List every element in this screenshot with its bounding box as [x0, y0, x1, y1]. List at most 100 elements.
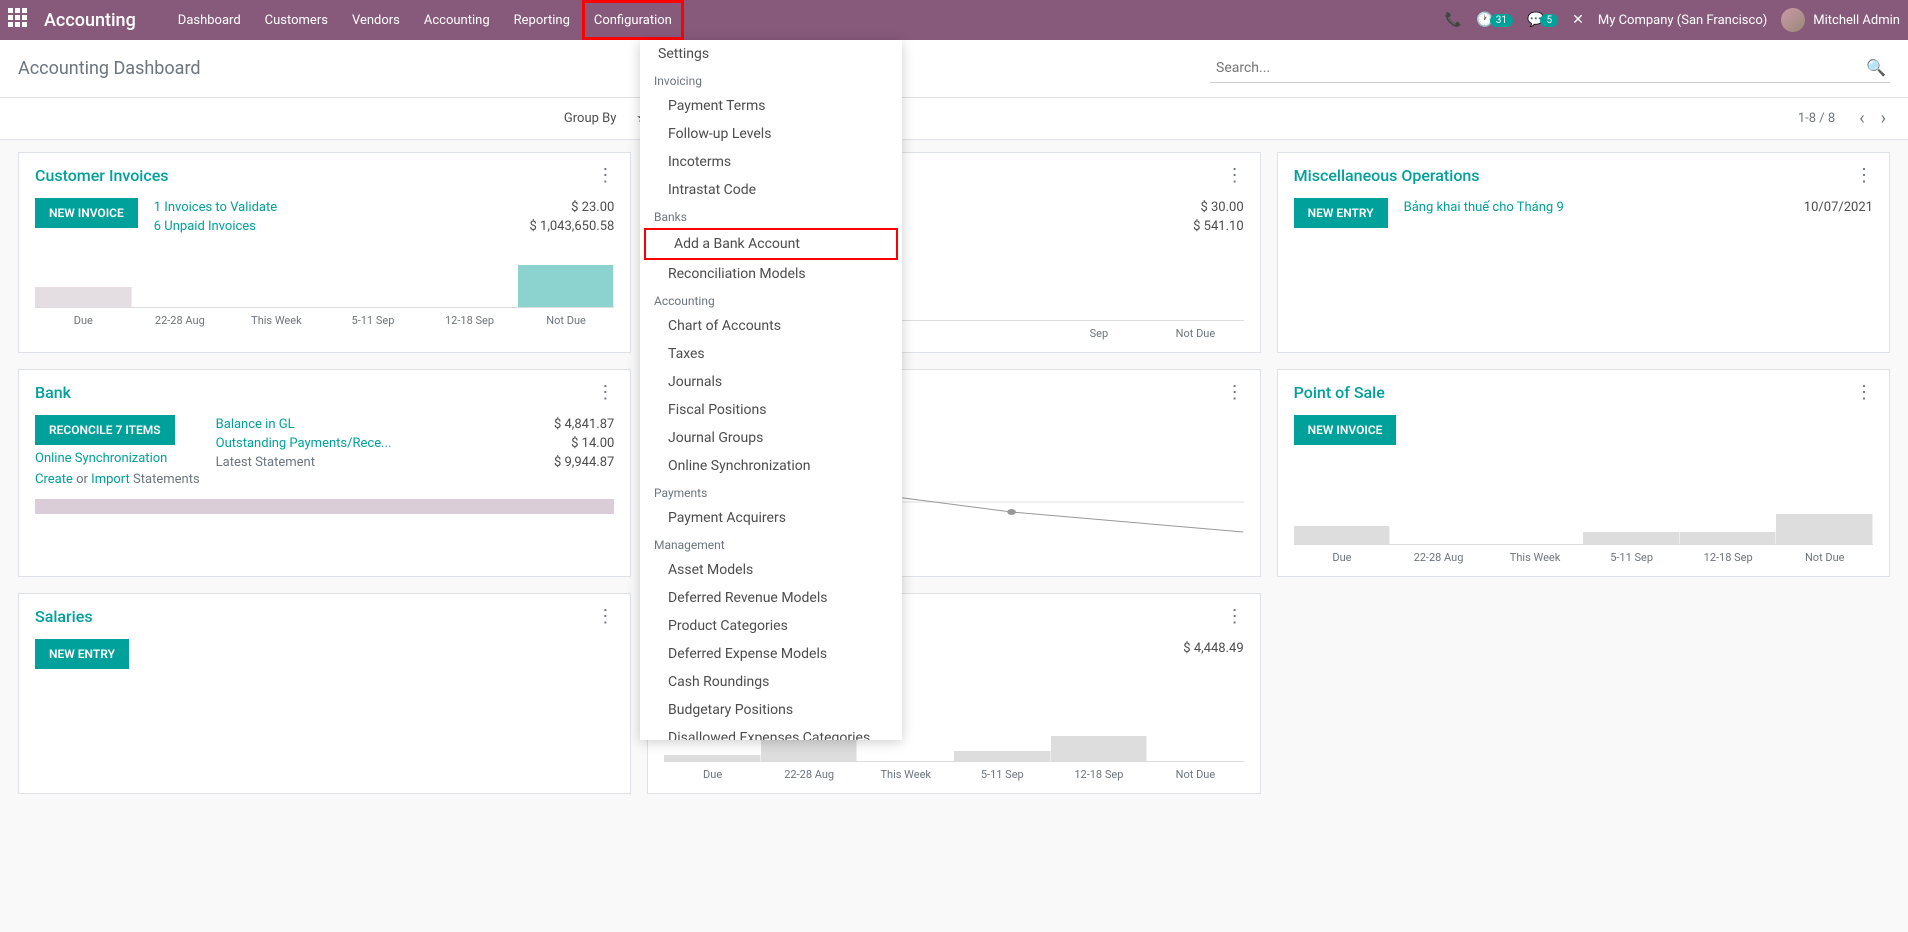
card-title[interactable]: Bank [35, 383, 71, 402]
messages-badge[interactable]: 💬5 [1527, 12, 1558, 28]
dd-payment-acquirers[interactable]: Payment Acquirers [640, 504, 902, 532]
online-sync-link[interactable]: Online Synchronization [35, 451, 167, 466]
amount: $ 541.10 [1193, 219, 1244, 234]
balance-link[interactable]: Balance in GL [216, 417, 295, 432]
card-menu-icon[interactable]: ⋮ [596, 382, 614, 403]
app-title: Accounting [44, 10, 136, 31]
dd-online-sync[interactable]: Online Synchronization [640, 452, 902, 480]
amount: $ 1,043,650.58 [529, 219, 614, 234]
group-by[interactable]: Group By [564, 111, 617, 126]
new-invoice-button[interactable]: NEW INVOICE [35, 198, 138, 228]
dd-payment-terms[interactable]: Payment Terms [640, 92, 902, 120]
pager-next[interactable]: › [1877, 108, 1890, 129]
bar-chart [35, 248, 614, 308]
chart-labels: Due22-28 AugThis Week5-11 Sep12-18 SepNo… [1294, 551, 1873, 564]
nav-configuration[interactable]: Configuration [582, 0, 684, 40]
dd-section-management: Management [640, 532, 902, 556]
amount: $ 4,448.49 [1183, 641, 1243, 656]
dd-section-accounting: Accounting [640, 288, 902, 312]
amount: $ 23.00 [571, 200, 614, 215]
avatar [1781, 8, 1805, 32]
dd-journals[interactable]: Journals [640, 368, 902, 396]
activity-badge[interactable]: 🕐31 [1476, 12, 1513, 28]
card-menu-icon[interactable]: ⋮ [1855, 165, 1873, 186]
chart-labels: Due22-28 AugThis Week5-11 Sep12-18 SepNo… [35, 314, 614, 327]
search-box: 🔍 [1210, 54, 1890, 83]
dd-cash-roundings[interactable]: Cash Roundings [640, 668, 902, 696]
dd-journal-groups[interactable]: Journal Groups [640, 424, 902, 452]
dd-intrastat-code[interactable]: Intrastat Code [640, 176, 902, 204]
filter-bar: Group By ★ Favorites 1-8 / 8 ‹ › [0, 98, 1908, 140]
import-link[interactable]: Import [91, 472, 130, 487]
tray-icon[interactable]: ✕ [1572, 12, 1584, 28]
new-entry-button[interactable]: NEW ENTRY [35, 639, 129, 669]
card-title[interactable]: Customer Invoices [35, 166, 169, 185]
card-menu-icon[interactable]: ⋮ [1855, 382, 1873, 403]
dd-section-payments: Payments [640, 480, 902, 504]
dashboard-grid: Customer Invoices ⋮ NEW INVOICE 1 Invoic… [0, 140, 1908, 806]
new-invoice-button[interactable]: NEW INVOICE [1294, 415, 1397, 445]
nav-vendors[interactable]: Vendors [340, 0, 412, 40]
unpaid-invoices-link[interactable]: 6 Unpaid Invoices [154, 219, 256, 234]
dd-deferred-revenue[interactable]: Deferred Revenue Models [640, 584, 902, 612]
card-menu-icon[interactable]: ⋮ [1226, 165, 1244, 186]
page-title: Accounting Dashboard [18, 58, 201, 79]
dd-disallowed-expenses[interactable]: Disallowed Expenses Categories [640, 724, 902, 740]
card-salaries: Salaries ⋮ NEW ENTRY [18, 593, 631, 794]
card-menu-icon[interactable]: ⋮ [596, 606, 614, 627]
dd-section-banks: Banks [640, 204, 902, 228]
new-entry-button[interactable]: NEW ENTRY [1294, 198, 1388, 228]
apps-icon[interactable] [8, 8, 32, 32]
username: Mitchell Admin [1813, 13, 1900, 28]
card-title[interactable]: Salaries [35, 607, 93, 626]
bank-chart [35, 499, 614, 514]
bar-chart [1294, 485, 1873, 545]
nav-accounting[interactable]: Accounting [412, 0, 502, 40]
dd-asset-models[interactable]: Asset Models [640, 556, 902, 584]
dd-fiscal-positions[interactable]: Fiscal Positions [640, 396, 902, 424]
nav-reporting[interactable]: Reporting [502, 0, 582, 40]
card-title[interactable]: Point of Sale [1294, 383, 1385, 402]
configuration-dropdown: Settings Invoicing Payment Terms Follow-… [640, 40, 902, 740]
invoices-to-validate-link[interactable]: 1 Invoices to Validate [154, 200, 277, 215]
pager-text: 1-8 / 8 [1798, 111, 1835, 126]
card-title[interactable]: Miscellaneous Operations [1294, 166, 1480, 185]
dd-add-bank-account[interactable]: Add a Bank Account [644, 228, 898, 260]
dd-followup-levels[interactable]: Follow-up Levels [640, 120, 902, 148]
dd-budgetary-positions[interactable]: Budgetary Positions [640, 696, 902, 724]
outstanding-link[interactable]: Outstanding Payments/Rece... [216, 436, 392, 451]
card-bank: Bank ⋮ RECONCILE 7 ITEMS Online Synchron… [18, 369, 631, 577]
header-right: 📞 🕐31 💬5 ✕ My Company (San Francisco) Mi… [1445, 8, 1900, 32]
dd-settings[interactable]: Settings [640, 40, 902, 68]
card-pos: Point of Sale ⋮ NEW INVOICE Due22-28 Aug… [1277, 369, 1890, 577]
card-customer-invoices: Customer Invoices ⋮ NEW INVOICE 1 Invoic… [18, 152, 631, 353]
card-menu-icon[interactable]: ⋮ [1226, 606, 1244, 627]
date: 10/07/2021 [1804, 200, 1873, 215]
dd-chart-of-accounts[interactable]: Chart of Accounts [640, 312, 902, 340]
reconcile-button[interactable]: RECONCILE 7 ITEMS [35, 415, 175, 445]
breadcrumb-bar: Accounting Dashboard 🔍 [0, 40, 1908, 98]
card-misc-operations: Miscellaneous Operations ⋮ NEW ENTRY Bản… [1277, 152, 1890, 353]
search-input[interactable] [1210, 54, 1890, 82]
pager-prev[interactable]: ‹ [1855, 108, 1868, 129]
company-selector[interactable]: My Company (San Francisco) [1598, 13, 1767, 28]
nav-customers[interactable]: Customers [253, 0, 340, 40]
dd-section-invoicing: Invoicing [640, 68, 902, 92]
nav-dashboard[interactable]: Dashboard [166, 0, 253, 40]
top-navbar: Accounting Dashboard Customers Vendors A… [0, 0, 1908, 40]
card-menu-icon[interactable]: ⋮ [596, 165, 614, 186]
chart-labels: Due22-28 AugThis Week5-11 Sep12-18 SepNo… [664, 768, 1243, 781]
latest-statement-label: Latest Statement [216, 455, 315, 470]
dd-reconciliation-models[interactable]: Reconciliation Models [640, 260, 902, 288]
phone-icon[interactable]: 📞 [1445, 12, 1462, 28]
dd-incoterms[interactable]: Incoterms [640, 148, 902, 176]
search-icon[interactable]: 🔍 [1866, 58, 1886, 77]
card-menu-icon[interactable]: ⋮ [1226, 382, 1244, 403]
dd-product-categories[interactable]: Product Categories [640, 612, 902, 640]
create-link[interactable]: Create [35, 472, 73, 487]
nav-menu: Dashboard Customers Vendors Accounting R… [166, 0, 684, 40]
dd-taxes[interactable]: Taxes [640, 340, 902, 368]
user-menu[interactable]: Mitchell Admin [1781, 8, 1900, 32]
dd-deferred-expense[interactable]: Deferred Expense Models [640, 640, 902, 668]
tax-link[interactable]: Bảng khai thuế cho Tháng 9 [1404, 200, 1564, 215]
